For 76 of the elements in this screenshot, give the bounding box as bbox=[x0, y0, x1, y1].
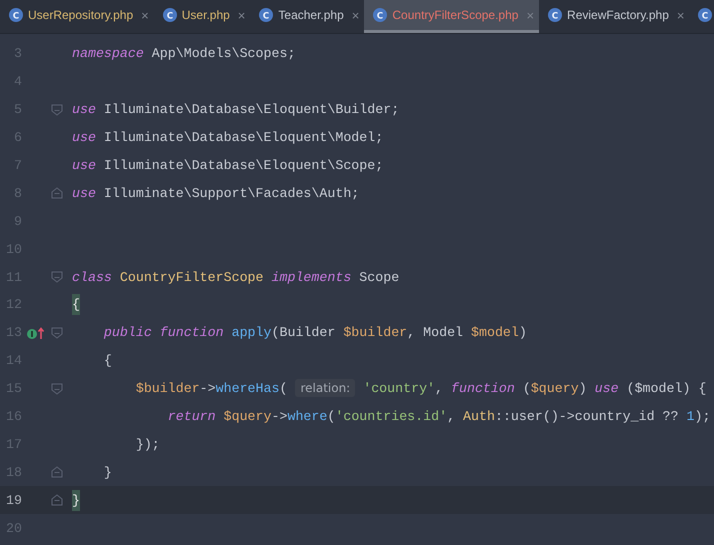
code-token: Illuminate\Database\Eloquent\Model; bbox=[102, 130, 384, 146]
code-token: namespace bbox=[72, 46, 144, 62]
code-token: ( bbox=[522, 381, 531, 396]
code-token: -> bbox=[200, 381, 216, 396]
file-tab[interactable]: C bbox=[689, 0, 714, 33]
code-token: , Model bbox=[407, 325, 464, 340]
code-token: use bbox=[72, 130, 96, 146]
code-token: }); bbox=[134, 436, 160, 452]
class-icon: C bbox=[548, 8, 562, 22]
code-token: implements bbox=[272, 270, 352, 285]
code-token: use bbox=[72, 158, 96, 173]
code-token: $builder bbox=[134, 381, 200, 396]
code-token: whereHas bbox=[216, 381, 280, 396]
code-token: Auth bbox=[463, 409, 495, 424]
close-icon[interactable]: × bbox=[141, 8, 149, 22]
code-token: , bbox=[435, 381, 444, 396]
close-icon[interactable]: × bbox=[352, 8, 360, 22]
code-token: -> bbox=[272, 409, 288, 424]
class-icon: C bbox=[9, 8, 23, 22]
code-token: 1 bbox=[686, 409, 694, 424]
code-token: } bbox=[102, 464, 112, 480]
code-token: 'country' bbox=[362, 381, 436, 396]
fold-icon[interactable] bbox=[51, 104, 63, 116]
code-token: ) bbox=[578, 381, 588, 396]
file-tab[interactable]: C UserRepository.php × bbox=[0, 0, 154, 33]
code-token: function bbox=[451, 381, 516, 396]
fold-icon[interactable] bbox=[51, 326, 63, 339]
fold-icon[interactable] bbox=[51, 494, 63, 506]
class-icon: C bbox=[259, 8, 274, 22]
file-tab[interactable]: C ReviewFactory.php × bbox=[539, 0, 690, 33]
code-token: $query bbox=[224, 409, 272, 424]
file-tab[interactable]: C Teacher.php × bbox=[250, 0, 364, 33]
matched-brace: { bbox=[72, 294, 80, 316]
class-icon: C bbox=[373, 8, 388, 22]
line-number: 19 bbox=[5, 492, 22, 508]
file-tab[interactable]: C CountryFilterScope.php × bbox=[364, 0, 540, 33]
code-token: use bbox=[72, 186, 96, 201]
code-token: ( bbox=[279, 381, 288, 396]
code-token: where bbox=[287, 409, 328, 424]
code-token: { bbox=[102, 353, 112, 368]
code-token: $query bbox=[530, 381, 579, 396]
code-token: $model bbox=[471, 325, 519, 340]
class-icon: C bbox=[162, 8, 177, 22]
close-icon[interactable]: × bbox=[526, 8, 534, 22]
code-token: Illuminate\Support\Facades\Auth; bbox=[102, 186, 360, 201]
code-token: public function bbox=[102, 325, 225, 340]
file-tab[interactable]: C User.php × bbox=[154, 0, 250, 33]
code-token: apply bbox=[232, 325, 272, 340]
circle-arrow-icon[interactable] bbox=[26, 326, 46, 340]
code-token: $builder bbox=[343, 325, 408, 340]
code-token: class bbox=[72, 270, 112, 285]
code-token: Scope bbox=[358, 270, 400, 285]
fold-icon[interactable] bbox=[51, 187, 63, 200]
code-token: CountryFilterScope bbox=[118, 270, 265, 285]
code-token: ( bbox=[327, 409, 336, 424]
fold-icon[interactable] bbox=[51, 271, 63, 284]
close-icon[interactable]: × bbox=[676, 8, 684, 22]
fold-icon[interactable] bbox=[51, 382, 63, 395]
code-token: App\Models\Scopes; bbox=[150, 46, 296, 62]
code-token: use bbox=[72, 102, 96, 118]
code-token: ); bbox=[694, 409, 710, 424]
matched-brace: } bbox=[72, 490, 80, 511]
close-icon[interactable]: × bbox=[238, 8, 246, 22]
code-token: (Builder bbox=[272, 325, 336, 340]
code-token: use bbox=[594, 381, 620, 396]
code-token: 'countries.id' bbox=[335, 409, 448, 424]
code-token: ($model) { bbox=[626, 381, 706, 396]
fold-icon[interactable] bbox=[51, 466, 63, 478]
class-icon: C bbox=[698, 8, 712, 22]
parameter-hint: relation: bbox=[295, 379, 356, 398]
code-token: ) bbox=[518, 325, 527, 340]
code-token: Illuminate\Database\Eloquent\Scope; bbox=[102, 158, 384, 173]
code-token: ::user()->country_id ?? bbox=[494, 409, 680, 424]
code-token: Illuminate\Database\Eloquent\Builder; bbox=[102, 102, 400, 118]
code-token: return bbox=[166, 409, 217, 424]
code-token: , bbox=[447, 409, 456, 424]
